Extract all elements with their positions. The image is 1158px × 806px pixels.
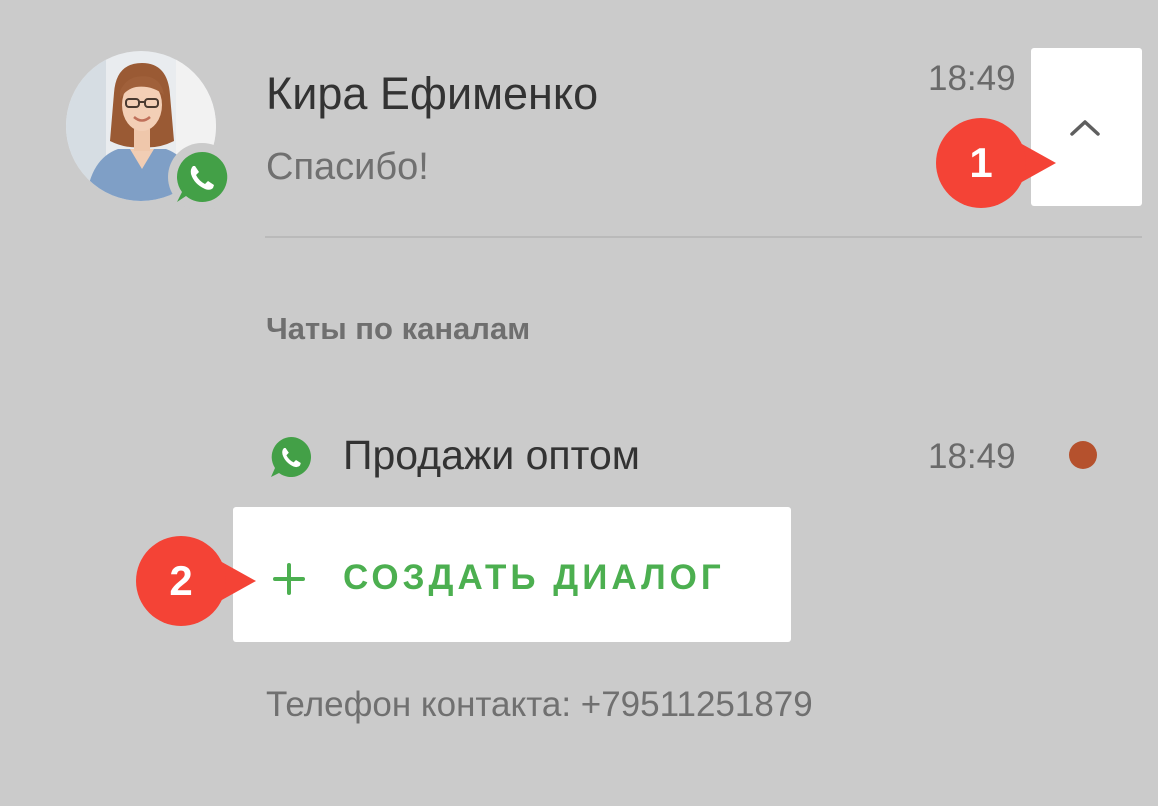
whatsapp-icon [177,151,228,202]
plus-icon [273,563,305,595]
channels-section-title: Чаты по каналам [266,311,531,346]
last-message-time: 18:49 [928,59,1016,98]
create-dialog-label: СОЗДАТЬ ДИАЛОГ [343,558,725,597]
unread-indicator [1069,441,1097,469]
callout-marker-1: 1 [936,118,1066,213]
last-message-preview: Спасибо! [266,146,429,188]
whatsapp-badge [168,143,236,211]
contact-name: Кира Ефименко [266,68,599,119]
channel-time: 18:49 [928,437,1016,476]
callout-marker-2: 2 [136,536,266,631]
callout-label: 1 [969,139,993,186]
callout-label: 2 [169,557,193,604]
divider [265,236,1142,238]
channel-name: Продажи оптом [343,432,640,478]
chevron-up-icon [1070,120,1100,136]
contact-phone: Телефон контакта: +79511251879 [266,685,813,724]
whatsapp-icon [271,437,311,477]
create-dialog-button[interactable]: СОЗДАТЬ ДИАЛОГ [233,507,791,642]
